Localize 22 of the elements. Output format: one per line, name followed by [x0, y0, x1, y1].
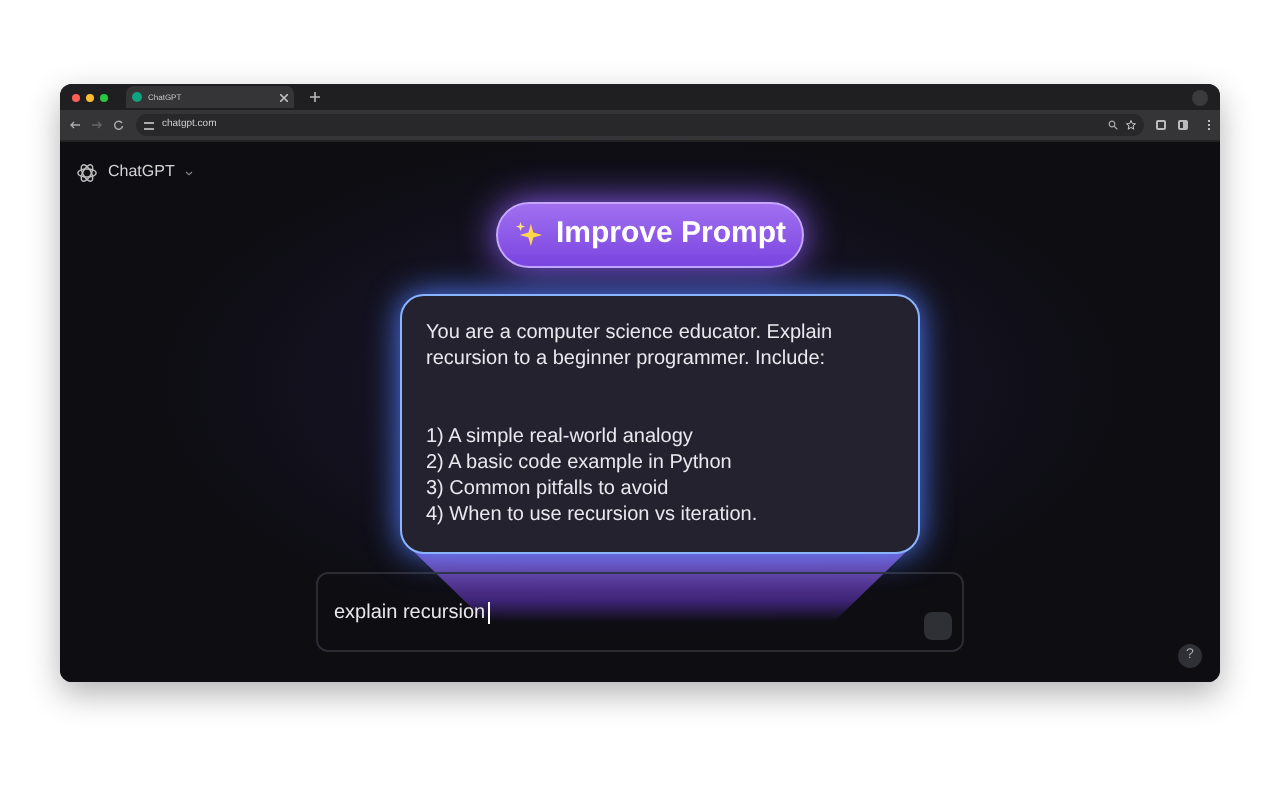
- reload-icon[interactable]: [114, 120, 124, 130]
- favicon-icon: [132, 92, 142, 102]
- list-item: 3) Common pitfalls to avoid: [426, 476, 671, 502]
- improve-prompt-button[interactable]: Improve Prompt: [496, 202, 804, 268]
- input-value: explain recursion: [334, 602, 490, 624]
- star-icon[interactable]: [1126, 120, 1136, 130]
- zoom-icon[interactable]: [1108, 120, 1118, 130]
- sparkles-icon: [513, 220, 544, 250]
- list-item: 1) A simple real-world analogy: [426, 424, 695, 450]
- close-icon[interactable]: [280, 93, 288, 101]
- sidebar-icon[interactable]: [1178, 120, 1188, 130]
- list-item: 2) A basic code example in Python: [426, 450, 734, 476]
- back-icon[interactable]: [70, 120, 80, 130]
- extensions-icon[interactable]: [1156, 120, 1166, 130]
- prompt-text: You are a computer science educator. Explain recursion to a beginner programmer. Include:: [426, 320, 835, 372]
- message-input[interactable]: explain recursion: [316, 572, 964, 652]
- chevron-down-icon[interactable]: [184, 167, 195, 177]
- app-title[interactable]: ChatGPT: [108, 160, 175, 184]
- list-item: 4) When to use recursion vs iteration.: [426, 502, 760, 528]
- logo-icon: [76, 161, 98, 183]
- site-settings-icon[interactable]: [144, 121, 154, 129]
- new-tab-icon[interactable]: [310, 92, 320, 102]
